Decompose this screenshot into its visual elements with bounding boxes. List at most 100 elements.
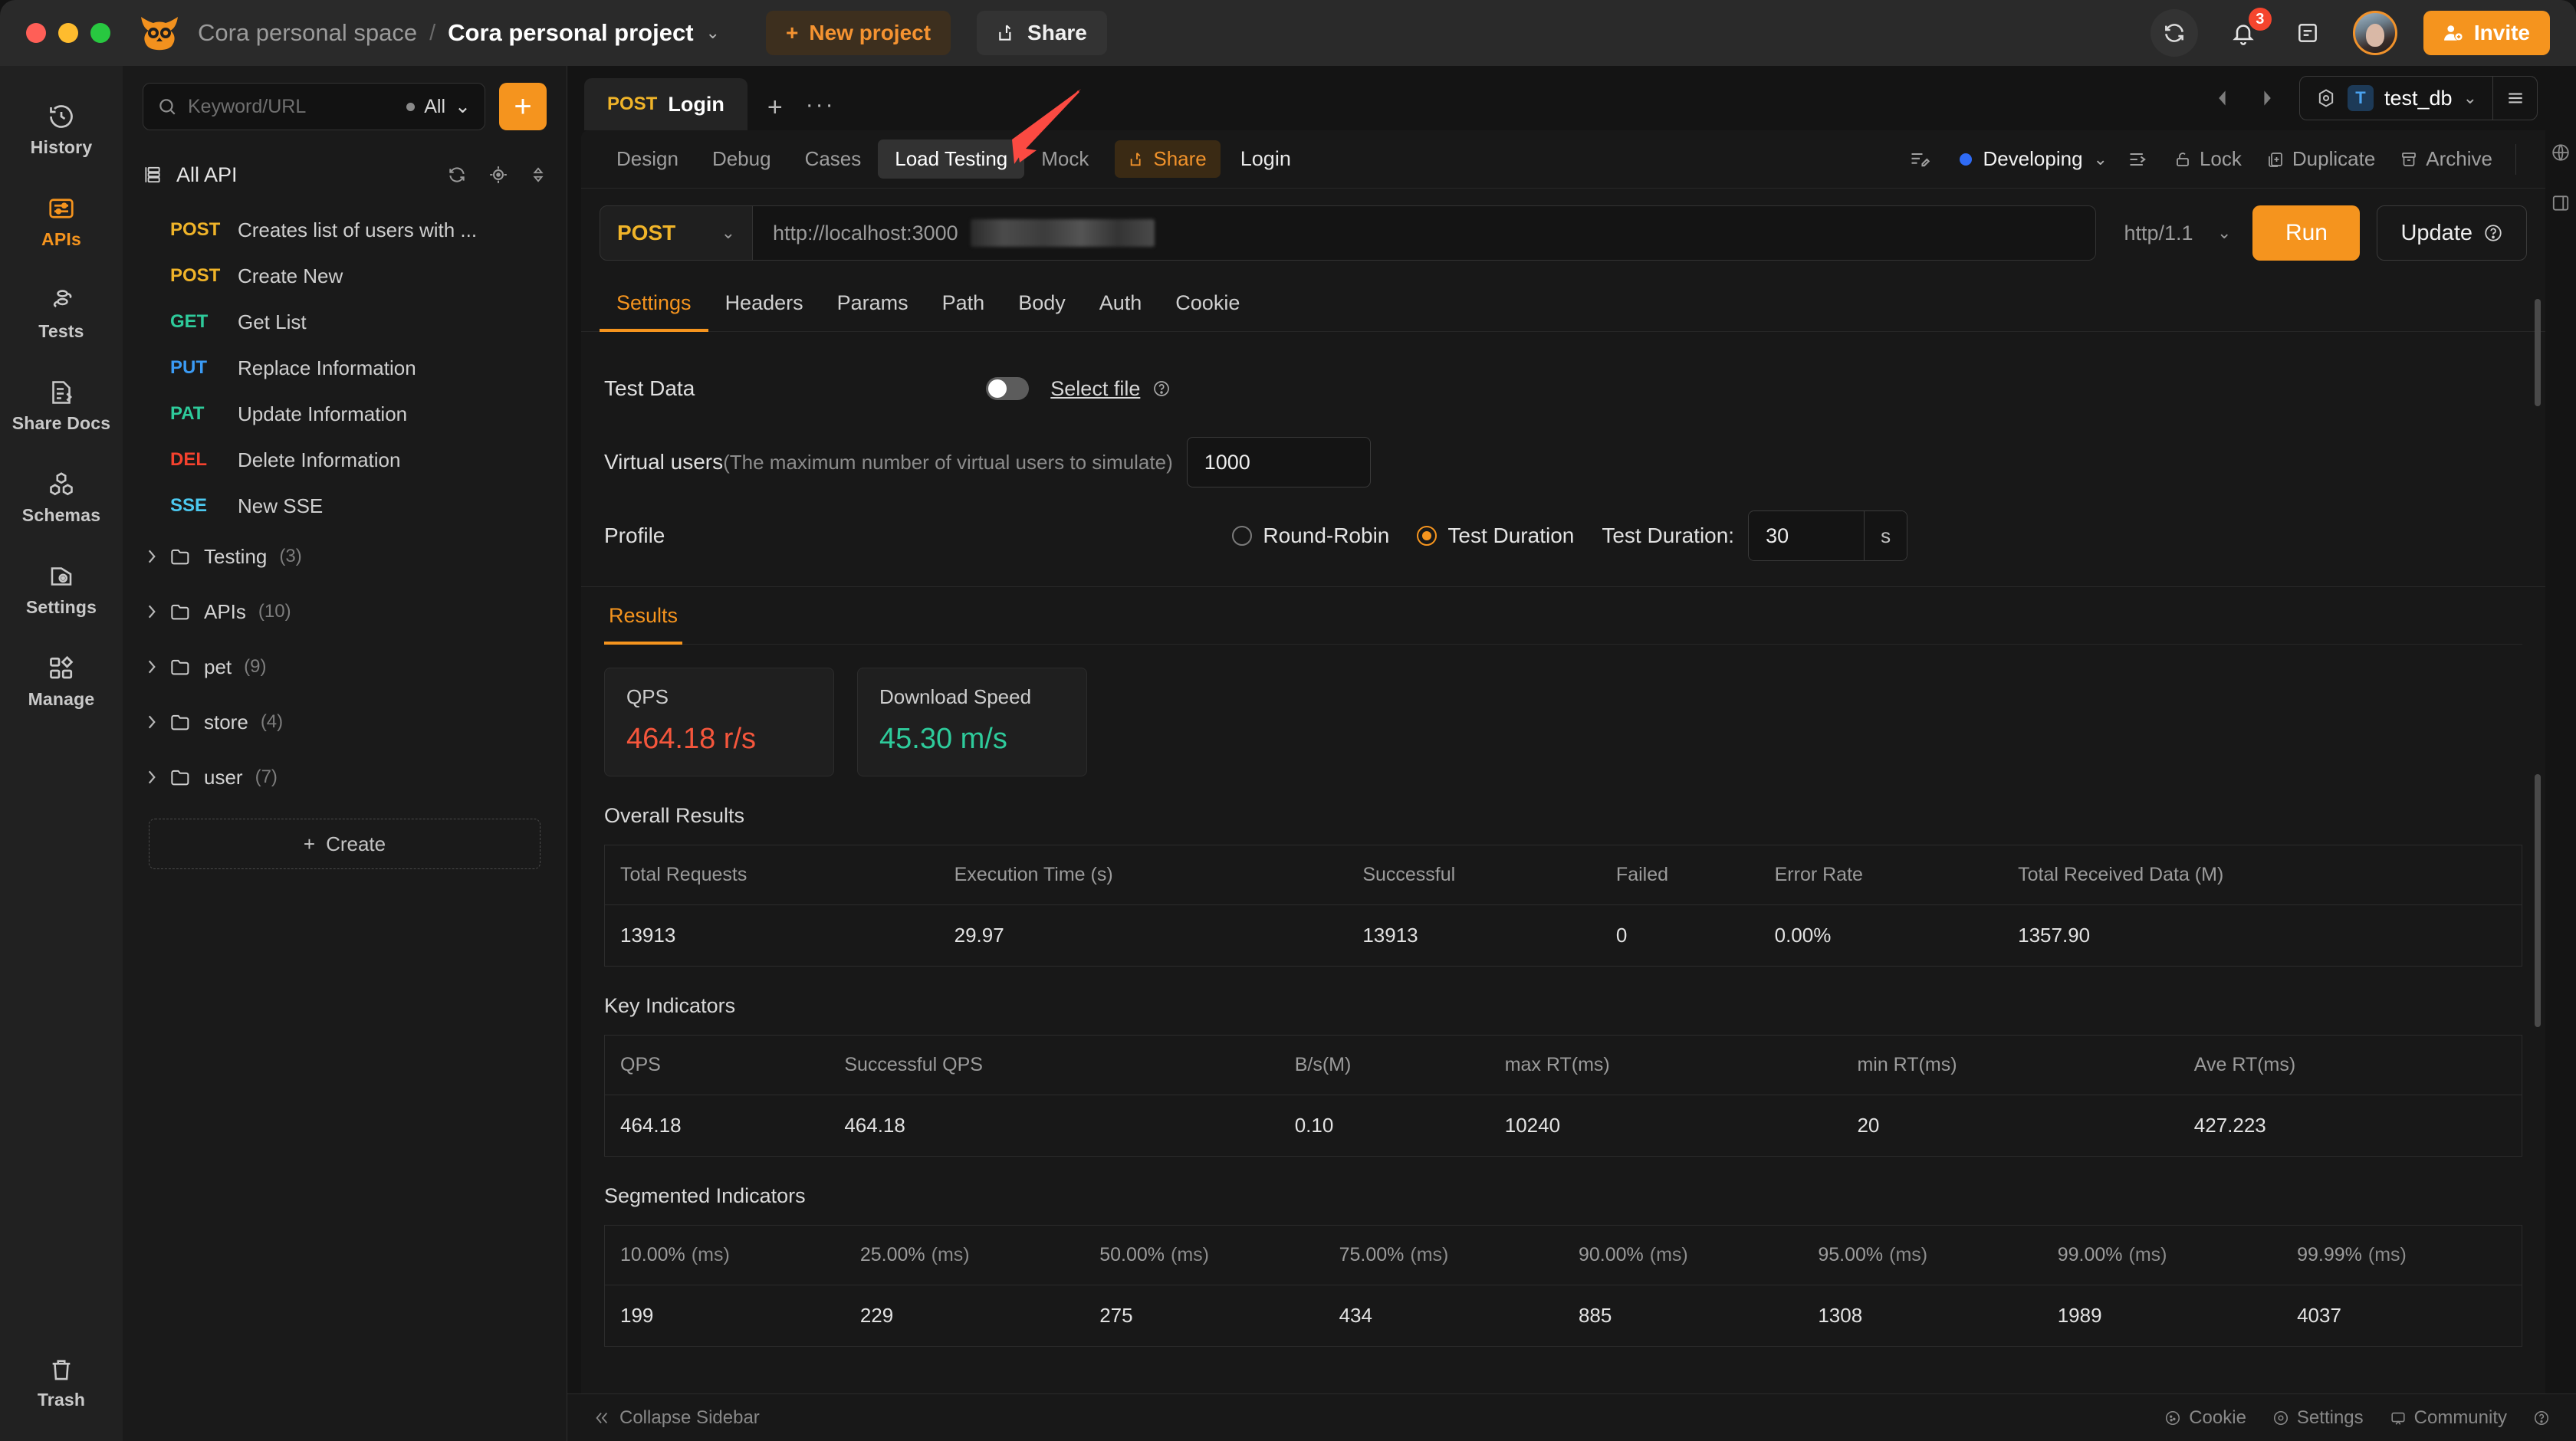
search-filter-select[interactable]: All ⌄	[406, 95, 471, 118]
nav-forward-icon[interactable]	[2255, 89, 2279, 107]
list-item[interactable]: POST Create New	[123, 253, 567, 299]
locate-icon[interactable]	[488, 165, 508, 185]
tab-load-testing[interactable]: Load Testing	[878, 140, 1025, 179]
folder-count: (4)	[260, 711, 284, 732]
rail-item-share-docs[interactable]: Share Docs	[8, 368, 115, 443]
tab-debug[interactable]: Debug	[695, 140, 788, 179]
radio-round-robin[interactable]	[1232, 526, 1253, 546]
breadcrumb-project[interactable]: Cora personal project	[448, 19, 693, 47]
globe-icon[interactable]	[2551, 143, 2571, 162]
notifications-bell-icon[interactable]: 3	[2224, 8, 2272, 52]
help-button[interactable]	[2533, 1410, 2550, 1426]
share-api-button[interactable]: Share	[1115, 140, 1221, 178]
folder-item-testing[interactable]: Testing (3)	[123, 529, 567, 584]
help-icon[interactable]	[1152, 379, 1171, 398]
invite-button[interactable]: Invite	[2423, 11, 2550, 55]
archive-button[interactable]: Archive	[2387, 147, 2505, 171]
rail-item-schemas[interactable]: Schemas	[8, 460, 115, 535]
notes-panel-icon[interactable]	[2288, 14, 2327, 52]
nav-back-icon[interactable]	[2210, 89, 2235, 107]
rail-item-tests[interactable]: Tests	[8, 276, 115, 351]
rail-item-apis[interactable]: APIs	[8, 184, 115, 259]
url-input[interactable]: http://localhost:3000	[753, 205, 2097, 261]
radio-test-duration-label[interactable]: Test Duration	[1447, 524, 1574, 548]
tab-settings[interactable]: Settings	[600, 277, 708, 332]
app-root: Cora personal space / Cora personal proj…	[0, 0, 2576, 1441]
column-header: 10.00% (ms)	[604, 1225, 845, 1285]
tab-headers[interactable]: Headers	[708, 277, 820, 332]
list-item[interactable]: PAT Update Information	[123, 391, 567, 437]
tab-params[interactable]: Params	[820, 277, 925, 332]
breadcrumb-space[interactable]: Cora personal space	[198, 19, 417, 47]
folder-item-store[interactable]: store (4)	[123, 694, 567, 750]
tab-path[interactable]: Path	[925, 277, 1002, 332]
environment-menu-button[interactable]	[2492, 77, 2537, 120]
collapse-sidebar-button[interactable]: Collapse Sidebar	[593, 1407, 760, 1429]
folder-item-user[interactable]: user (7)	[123, 750, 567, 805]
cookie-button[interactable]: Cookie	[2164, 1407, 2246, 1429]
update-button[interactable]: Update	[2377, 205, 2527, 261]
radio-round-robin-label[interactable]: Round-Robin	[1263, 524, 1389, 548]
new-tab-button[interactable]: +	[767, 93, 783, 123]
create-button[interactable]: + Create	[149, 819, 540, 869]
minimize-window-button[interactable]	[58, 23, 78, 43]
settings-scrollbar[interactable]	[2535, 299, 2541, 406]
run-button[interactable]: Run	[2252, 205, 2361, 261]
refresh-icon[interactable]	[447, 165, 467, 185]
virtual-users-input[interactable]: 1000	[1186, 437, 1371, 487]
status-badge[interactable]: Developing ⌄	[1943, 147, 2115, 171]
rail-item-manage[interactable]: Manage	[8, 644, 115, 719]
indent-icon[interactable]	[2115, 149, 2161, 170]
settings-button[interactable]: Settings	[2272, 1407, 2364, 1429]
environment-select-left[interactable]: T test_db ⌄	[2300, 77, 2492, 120]
tab-cookie[interactable]: Cookie	[1158, 277, 1257, 332]
tests-icon	[48, 287, 75, 314]
test-data-toggle[interactable]	[986, 377, 1030, 400]
add-api-button[interactable]: +	[499, 83, 547, 130]
tab-cases[interactable]: Cases	[788, 140, 879, 179]
update-label: Update	[2400, 220, 2472, 245]
edit-note-icon[interactable]	[1897, 149, 1943, 170]
tab-mock[interactable]: Mock	[1024, 140, 1106, 179]
tab-results[interactable]: Results	[604, 587, 683, 645]
maximize-window-button[interactable]	[90, 23, 110, 43]
share-button[interactable]: Share	[977, 11, 1107, 55]
sync-icon[interactable]	[2150, 9, 2198, 57]
select-file-link[interactable]: Select file	[1050, 377, 1140, 401]
percentile: 75.00%	[1339, 1244, 1405, 1265]
layout-panel-icon[interactable]	[2551, 193, 2571, 213]
list-item[interactable]: PUT Replace Information	[123, 345, 567, 391]
folder-item-apis[interactable]: APIs (10)	[123, 584, 567, 639]
search-input[interactable]: Keyword/URL All ⌄	[143, 83, 485, 130]
duplicate-button[interactable]: Duplicate	[2254, 147, 2387, 171]
community-button[interactable]: Community	[2390, 1407, 2507, 1429]
http-method-select[interactable]: POST ⌄	[600, 205, 753, 261]
chevron-down-icon: ⌄	[455, 96, 471, 117]
list-item[interactable]: SSE New SSE	[123, 483, 567, 529]
test-duration-field[interactable]: 30 s	[1748, 510, 1908, 561]
rail-item-history[interactable]: History	[8, 92, 115, 167]
tab-more-button[interactable]: ···	[806, 92, 836, 118]
rail-item-trash[interactable]: Trash	[8, 1346, 115, 1420]
environment-selector[interactable]: T test_db ⌄	[2298, 76, 2538, 120]
protocol-select[interactable]: http/1.1 ⌄	[2107, 205, 2245, 261]
sort-icon[interactable]	[530, 165, 547, 185]
radio-test-duration[interactable]	[1417, 526, 1438, 546]
rail-item-settings[interactable]: Settings	[8, 552, 115, 627]
document-tab-login[interactable]: POST Login	[584, 78, 748, 130]
new-project-button[interactable]: + New project	[765, 11, 951, 55]
folder-item-pet[interactable]: pet (9)	[123, 639, 567, 694]
tab-design[interactable]: Design	[600, 140, 695, 179]
tab-body[interactable]: Body	[1001, 277, 1083, 332]
window-controls[interactable]	[26, 23, 110, 43]
list-item[interactable]: DEL Delete Information	[123, 437, 567, 483]
results-scrollbar[interactable]	[2535, 774, 2541, 1027]
list-item[interactable]: POST Creates list of users with ...	[123, 207, 567, 253]
list-item[interactable]: GET Get List	[123, 299, 567, 345]
close-window-button[interactable]	[26, 23, 46, 43]
lock-button[interactable]: Lock	[2161, 147, 2254, 171]
test-duration-input[interactable]: 30	[1749, 511, 1865, 560]
tab-auth[interactable]: Auth	[1083, 277, 1159, 332]
user-avatar[interactable]	[2352, 11, 2397, 55]
chevron-down-icon[interactable]: ⌄	[706, 23, 720, 43]
